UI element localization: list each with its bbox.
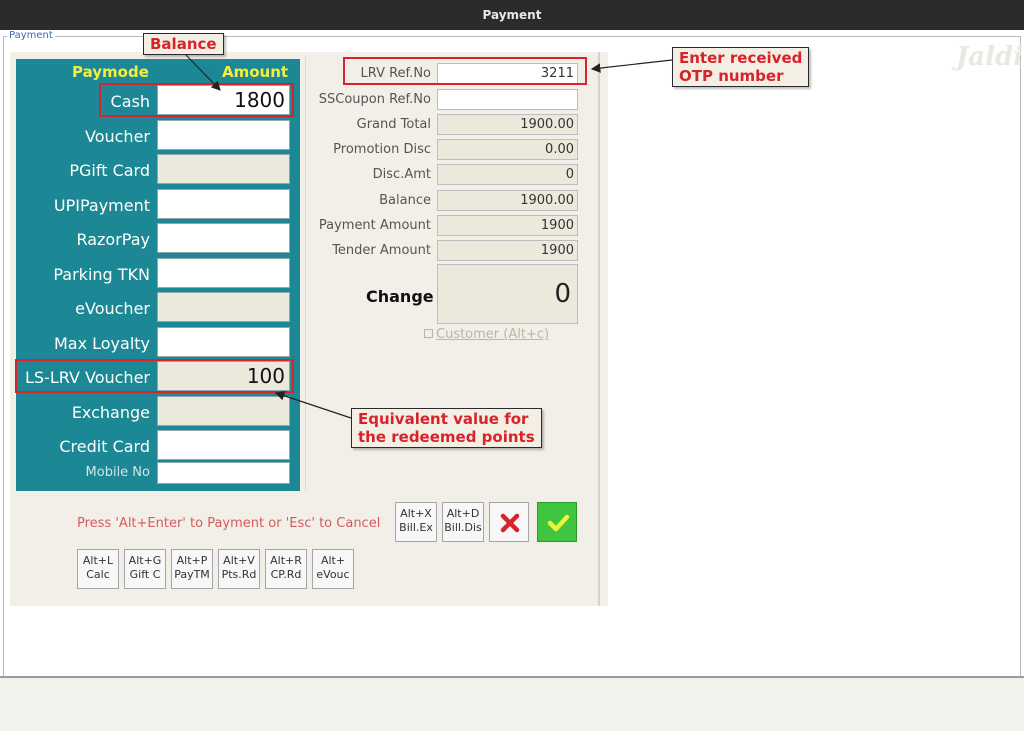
cancel-button[interactable] bbox=[489, 502, 529, 542]
cash-highlight-box bbox=[99, 83, 294, 117]
window-title: Payment bbox=[0, 0, 1024, 30]
paymode-label-max-loyalty: Max Loyalty bbox=[53, 334, 150, 353]
equivalent-value-annotation: Equivalent value for the redeemed points bbox=[351, 408, 542, 448]
pts-rd-label: Pts.Rd bbox=[221, 568, 257, 581]
gift-c-shortcut: Alt+G bbox=[128, 554, 162, 567]
cp-rd-shortcut: Alt+R bbox=[270, 554, 302, 567]
change-value: 0 bbox=[437, 264, 578, 324]
cross-icon bbox=[500, 513, 520, 533]
grand-total-label: Grand Total bbox=[356, 117, 431, 132]
bill-ex-label: Bill.Ex bbox=[399, 521, 433, 534]
payment-amount-label: Payment Amount bbox=[318, 218, 431, 233]
bill-dis-button[interactable]: Alt+D Bill.Dis bbox=[442, 502, 484, 542]
tender-amount-value: 1900 bbox=[437, 240, 578, 261]
amount-header: Amount bbox=[222, 63, 289, 81]
lrv-ref-highlight-box bbox=[343, 57, 587, 85]
equivalent-annotation-line2: the redeemed points bbox=[358, 428, 535, 446]
paytm-shortcut: Alt+P bbox=[176, 554, 208, 567]
bill-dis-shortcut: Alt+D bbox=[446, 507, 480, 520]
tender-amount-label: Tender Amount bbox=[332, 243, 431, 258]
evouc-shortcut: Alt+ bbox=[320, 554, 346, 567]
bill-ex-shortcut: Alt+X bbox=[400, 507, 432, 520]
exchange-amount-input[interactable] bbox=[157, 396, 290, 426]
checkmark-icon bbox=[547, 514, 570, 532]
otp-annotation-line1: Enter received bbox=[679, 49, 803, 67]
pts-rd-shortcut: Alt+V bbox=[223, 554, 255, 567]
change-label: Change bbox=[366, 287, 434, 306]
disc-amt-label: Disc.Amt bbox=[372, 167, 431, 182]
mobile-no-input[interactable] bbox=[157, 462, 290, 484]
paymode-panel: Paymode Amount Cash 1800 Voucher PGift C… bbox=[16, 59, 300, 491]
max-loyalty-amount-input[interactable] bbox=[157, 327, 290, 357]
paymode-label-exchange: Exchange bbox=[71, 403, 150, 422]
calc-shortcut: Alt+L bbox=[82, 554, 114, 567]
disc-amt-value: 0 bbox=[437, 164, 578, 185]
upipayment-amount-input[interactable] bbox=[157, 189, 290, 219]
paymode-label-voucher: Voucher bbox=[85, 127, 150, 146]
razorpay-amount-input[interactable] bbox=[157, 223, 290, 253]
pts-rd-button[interactable]: Alt+V Pts.Rd bbox=[218, 549, 260, 589]
bill-dis-label: Bill.Dis bbox=[444, 521, 482, 534]
shortcut-hint: Press 'Alt+Enter' to Payment or 'Esc' to… bbox=[77, 516, 381, 531]
otp-annotation: Enter received OTP number bbox=[672, 47, 810, 87]
panel-divider bbox=[598, 52, 600, 606]
paytm-label: PayTM bbox=[174, 568, 210, 581]
gift-c-label: Gift C bbox=[129, 568, 161, 581]
paymode-label-upipayment: UPIPayment bbox=[53, 196, 150, 215]
gift-c-button[interactable]: Alt+G Gift C bbox=[124, 549, 166, 589]
customer-checkbox[interactable]: Customer (Alt+c) bbox=[424, 327, 549, 342]
pgift-card-amount-input[interactable] bbox=[157, 154, 290, 184]
credit-card-amount-input[interactable] bbox=[157, 430, 290, 460]
sscoupon-ref-input[interactable] bbox=[437, 89, 578, 110]
evouc-label: eVouc bbox=[316, 568, 350, 581]
cp-rd-button[interactable]: Alt+R CP.Rd bbox=[265, 549, 307, 589]
mobile-no-label: Mobile No bbox=[85, 465, 150, 480]
ok-button[interactable] bbox=[537, 502, 577, 542]
paymode-label-credit-card: Credit Card bbox=[59, 437, 150, 456]
paytm-button[interactable]: Alt+P PayTM bbox=[171, 549, 213, 589]
sscoupon-ref-label: SSCoupon Ref.No bbox=[318, 92, 431, 107]
calc-button[interactable]: Alt+L Calc bbox=[77, 549, 119, 589]
otp-annotation-line2: OTP number bbox=[679, 67, 784, 85]
paymode-label-razorpay: RazorPay bbox=[76, 230, 150, 249]
evouc-button[interactable]: Alt+ eVouc bbox=[312, 549, 354, 589]
grand-total-value: 1900.00 bbox=[437, 114, 578, 135]
paymode-label-pgift-card: PGift Card bbox=[69, 161, 150, 180]
cp-rd-label: CP.Rd bbox=[270, 568, 302, 581]
balance-annotation: Balance bbox=[143, 33, 224, 55]
calc-label: Calc bbox=[86, 568, 110, 581]
checkbox-icon bbox=[424, 329, 433, 338]
paymode-header: Paymode bbox=[72, 63, 149, 81]
paymode-label-evoucher: eVoucher bbox=[75, 299, 150, 318]
payment-amount-value: 1900 bbox=[437, 215, 578, 236]
parking-tkn-amount-input[interactable] bbox=[157, 258, 290, 288]
balance-value: 1900.00 bbox=[437, 190, 578, 211]
balance-label: Balance bbox=[379, 193, 431, 208]
lrv-voucher-highlight-box bbox=[15, 359, 294, 393]
group-label: Payment bbox=[7, 30, 55, 41]
equivalent-annotation-line1: Equivalent value for bbox=[358, 410, 529, 428]
watermark-logo: Jaldi bbox=[956, 42, 1024, 72]
bill-ex-button[interactable]: Alt+X Bill.Ex bbox=[395, 502, 437, 542]
customer-checkbox-label: Customer (Alt+c) bbox=[436, 327, 550, 342]
promotion-disc-value: 0.00 bbox=[437, 139, 578, 160]
paymode-label-parking-tkn: Parking TKN bbox=[53, 265, 150, 284]
promotion-disc-label: Promotion Disc bbox=[333, 142, 431, 157]
voucher-amount-input[interactable] bbox=[157, 120, 290, 150]
evoucher-amount-input[interactable] bbox=[157, 292, 290, 322]
